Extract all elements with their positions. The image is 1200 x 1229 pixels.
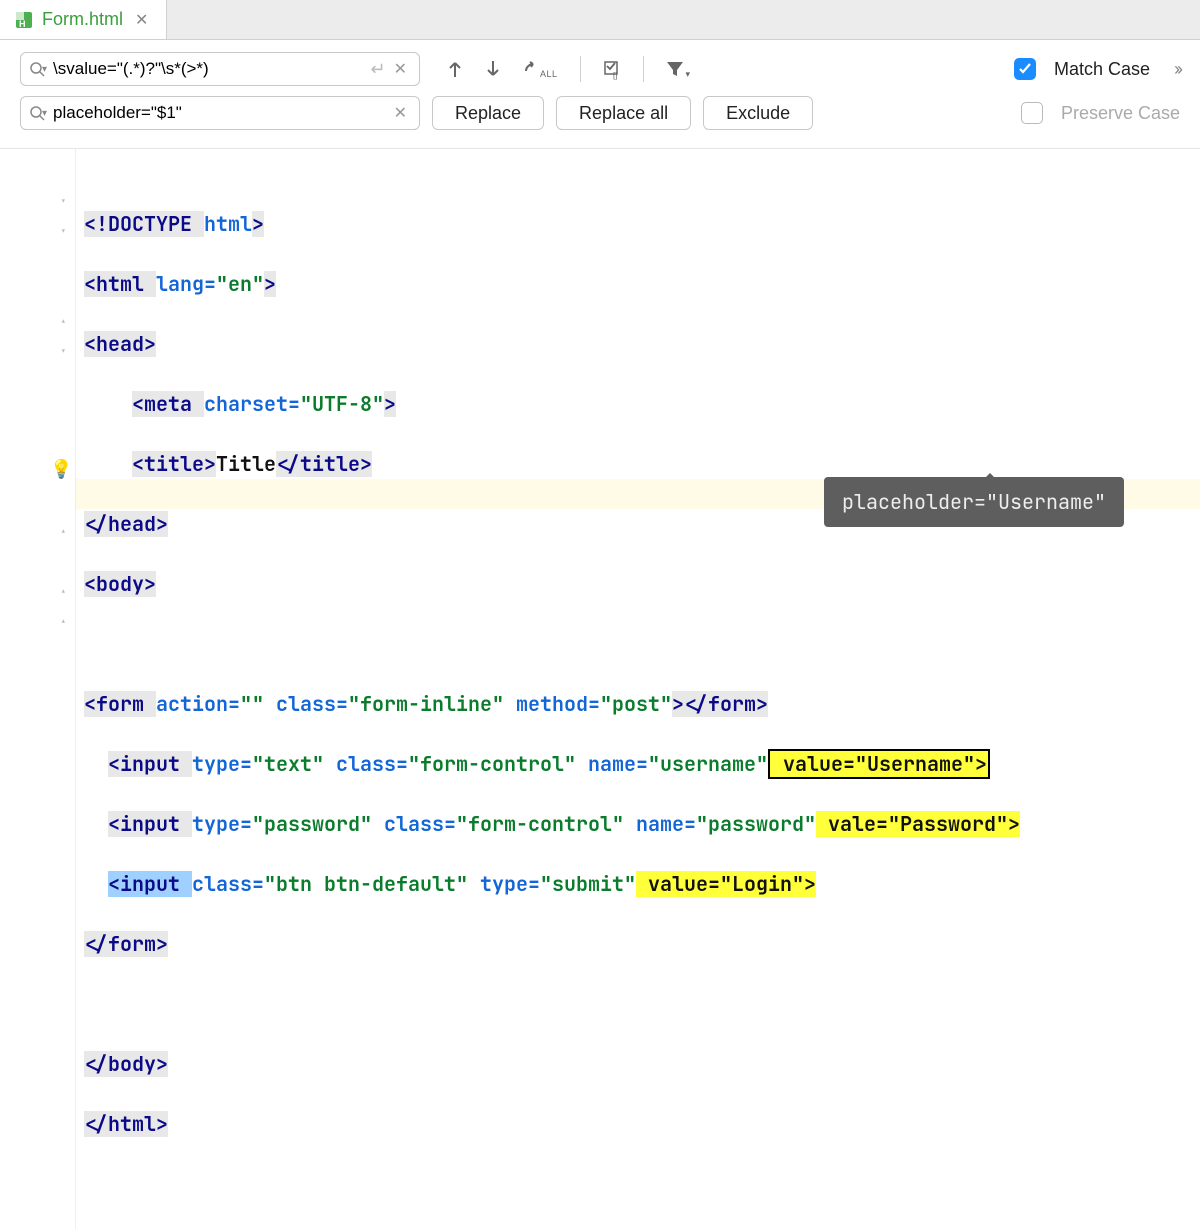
replace-history-dropdown-icon[interactable]: ▾: [42, 108, 47, 119]
intention-bulb-icon[interactable]: 💡: [50, 455, 72, 485]
tab-filename: Form.html: [42, 9, 123, 30]
find-input[interactable]: [53, 59, 366, 79]
replace-input-wrapper: ▾ ✕: [20, 96, 420, 130]
exclude-button[interactable]: Exclude: [703, 96, 813, 130]
fold-icon[interactable]: ▾: [60, 337, 74, 351]
search-history-dropdown-icon[interactable]: ▾: [42, 64, 47, 75]
toolbar-divider: [580, 56, 581, 82]
html-file-icon: H: [14, 10, 34, 30]
gutter: ▾ ▾ ▴ ▾ 💡 ▴ ▴ ▴: [0, 149, 76, 1229]
filter-icon[interactable]: ▾: [664, 58, 691, 80]
match-case-label: Match Case: [1054, 59, 1150, 80]
more-options-icon[interactable]: ››: [1174, 59, 1180, 80]
newline-icon[interactable]: ↵: [371, 59, 386, 80]
svg-text:[]: []: [613, 71, 617, 80]
preserve-case-label: Preserve Case: [1061, 103, 1180, 124]
code-editor[interactable]: ▾ ▾ ▴ ▾ 💡 ▴ ▴ ▴ <!DOCTYPE html> <html la…: [0, 149, 1200, 1229]
match-case-checkbox[interactable]: [1014, 58, 1036, 80]
replace-input[interactable]: [53, 103, 390, 123]
fold-icon[interactable]: ▴: [60, 607, 74, 621]
previous-match-icon[interactable]: [444, 58, 466, 80]
in-selection-icon[interactable]: []: [601, 58, 623, 80]
replace-preview-tooltip: placeholder="Username": [824, 477, 1124, 527]
find-replace-panel: ▾ ↵ ✕ ALL [] ▾ Match Case ›› ▾ ✕ Replace: [0, 40, 1200, 149]
clear-find-icon[interactable]: ✕: [390, 59, 411, 79]
search-match: val: [816, 811, 864, 837]
close-icon[interactable]: ✕: [131, 10, 152, 30]
editor-tab[interactable]: H Form.html ✕: [0, 0, 167, 39]
fold-icon[interactable]: ▾: [60, 217, 74, 231]
search-match: e="Password">: [864, 811, 1020, 837]
next-match-icon[interactable]: [482, 58, 504, 80]
search-match: value="Username">: [768, 749, 990, 779]
fold-icon[interactable]: ▾: [60, 187, 74, 201]
fold-icon[interactable]: ▴: [60, 307, 74, 321]
search-match: value="Login">: [636, 871, 816, 897]
code-content[interactable]: <!DOCTYPE html> <html lang="en"> <head> …: [76, 149, 1200, 1229]
find-input-wrapper: ▾ ↵ ✕: [20, 52, 420, 86]
replace-all-button[interactable]: Replace all: [556, 96, 691, 130]
select-all-icon[interactable]: ALL: [520, 58, 560, 80]
replace-button[interactable]: Replace: [432, 96, 544, 130]
svg-text:H: H: [19, 19, 26, 29]
find-toolbar: ALL [] ▾: [444, 56, 690, 82]
tab-bar: H Form.html ✕: [0, 0, 1200, 40]
toolbar-divider: [643, 56, 644, 82]
clear-replace-icon[interactable]: ✕: [390, 103, 411, 123]
preserve-case-checkbox[interactable]: [1021, 102, 1043, 124]
fold-icon[interactable]: ▴: [60, 577, 74, 591]
fold-icon[interactable]: ▴: [60, 517, 74, 531]
